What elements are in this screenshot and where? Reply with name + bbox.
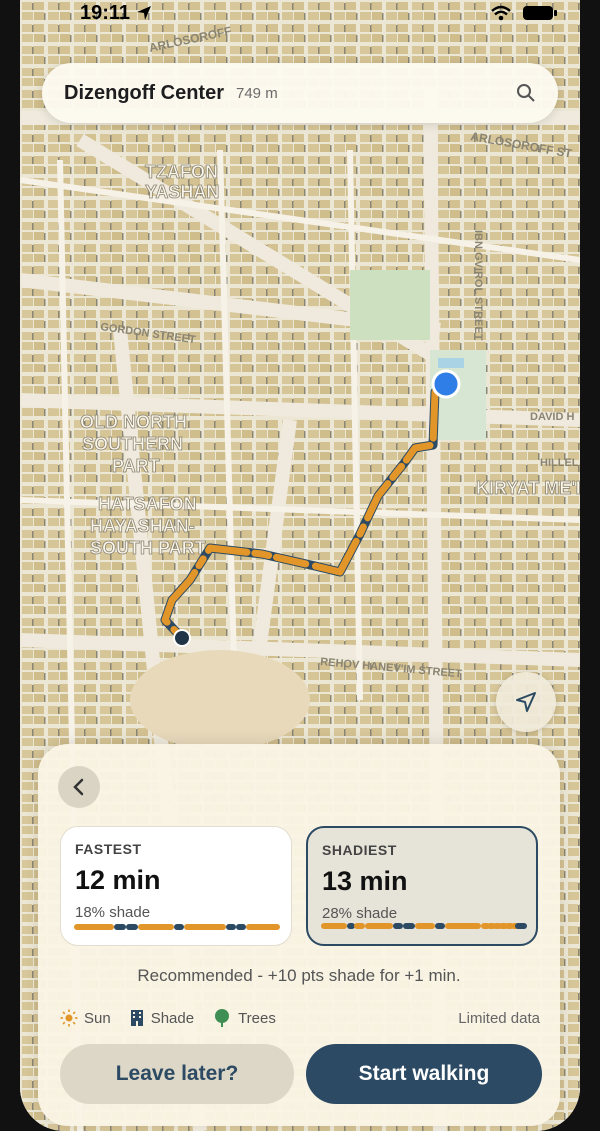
- shade-profile-bar: [321, 923, 527, 929]
- search-icon[interactable]: [516, 83, 536, 103]
- screen: ARLOSOROFF ARLOSOROFF ST IBN GVIROL STRE…: [20, 0, 580, 1131]
- legend-label: Sun: [84, 1009, 111, 1027]
- route-option-time: 12 min: [75, 865, 161, 895]
- route-option-time: 13 min: [322, 866, 408, 896]
- route-option-fastest[interactable]: FASTEST 12 min 18% shade: [60, 826, 292, 946]
- leave-later-button[interactable]: Leave later?: [60, 1044, 294, 1104]
- status-bar: 19:11: [20, 0, 580, 26]
- wifi-icon: [491, 5, 511, 21]
- back-button[interactable]: [58, 766, 100, 808]
- building-icon: [130, 1010, 143, 1026]
- recenter-location-button[interactable]: [496, 672, 556, 732]
- data-quality-note: Limited data: [458, 1009, 540, 1027]
- street-label: HILLEL ZE: [540, 457, 580, 469]
- neighborhood-label: KIRYAT ME'IR: [476, 478, 580, 498]
- route-option-shade: 18% shade: [75, 904, 151, 921]
- location-arrow-icon: [137, 6, 152, 20]
- legend-shade: Shade: [129, 1009, 194, 1027]
- destination-title: Dizengoff Center: [64, 81, 224, 104]
- start-walking-button[interactable]: Start walking: [306, 1044, 542, 1104]
- map-legend: Sun Shade Trees Limited data: [60, 1006, 540, 1030]
- search-bar[interactable]: Dizengoff Center 749 m: [42, 63, 558, 123]
- recommendation-text: Recommended - +10 pts shade for +1 min.: [137, 966, 461, 985]
- navigation-arrow-icon: [516, 692, 536, 712]
- destination-marker: [173, 629, 191, 647]
- status-time: 19:11: [80, 2, 152, 25]
- neighborhood-label: PART: [112, 456, 160, 476]
- legend-label: Trees: [238, 1009, 276, 1027]
- time-text: 19:11: [80, 1, 131, 24]
- neighborhood-label: HAYASHAN-: [90, 516, 195, 536]
- street-label: DAVID H: [530, 411, 574, 423]
- battery-icon: [523, 6, 557, 20]
- route-option-label: SHADIEST: [322, 842, 397, 858]
- legend-sun: Sun: [60, 1009, 111, 1027]
- legend-label: Shade: [150, 1009, 195, 1027]
- street-label: IBN GVIROL STREET: [472, 230, 484, 341]
- sun-icon: [60, 1009, 78, 1027]
- legend-trees: Trees: [212, 1008, 276, 1028]
- tree-icon: [215, 1009, 230, 1027]
- route-sheet: FASTEST 12 min 18% shade SHADIEST 13 min…: [38, 744, 560, 1126]
- chevron-left-icon: [73, 778, 84, 796]
- neighborhood-label: YASHAN: [145, 182, 219, 202]
- neighborhood-label: OLD NORTH: [80, 412, 187, 432]
- neighborhood-label: SOUTH PART: [90, 538, 206, 558]
- route-option-shadiest[interactable]: SHADIEST 13 min 28% shade: [306, 826, 538, 946]
- neighborhood-label: TZAFON: [145, 162, 218, 182]
- destination-distance: 749 m: [236, 84, 278, 102]
- neighborhood-label: HATSAFON: [98, 494, 197, 514]
- phone-frame: ARLOSOROFF ARLOSOROFF ST IBN GVIROL STRE…: [0, 0, 600, 1131]
- route-option-shade: 28% shade: [322, 905, 398, 922]
- route-option-label: FASTEST: [75, 841, 142, 857]
- neighborhood-label: SOUTHERN: [82, 434, 183, 454]
- status-icons: [490, 4, 558, 22]
- shade-profile-bar: [74, 924, 280, 930]
- current-location-dot: [431, 369, 461, 399]
